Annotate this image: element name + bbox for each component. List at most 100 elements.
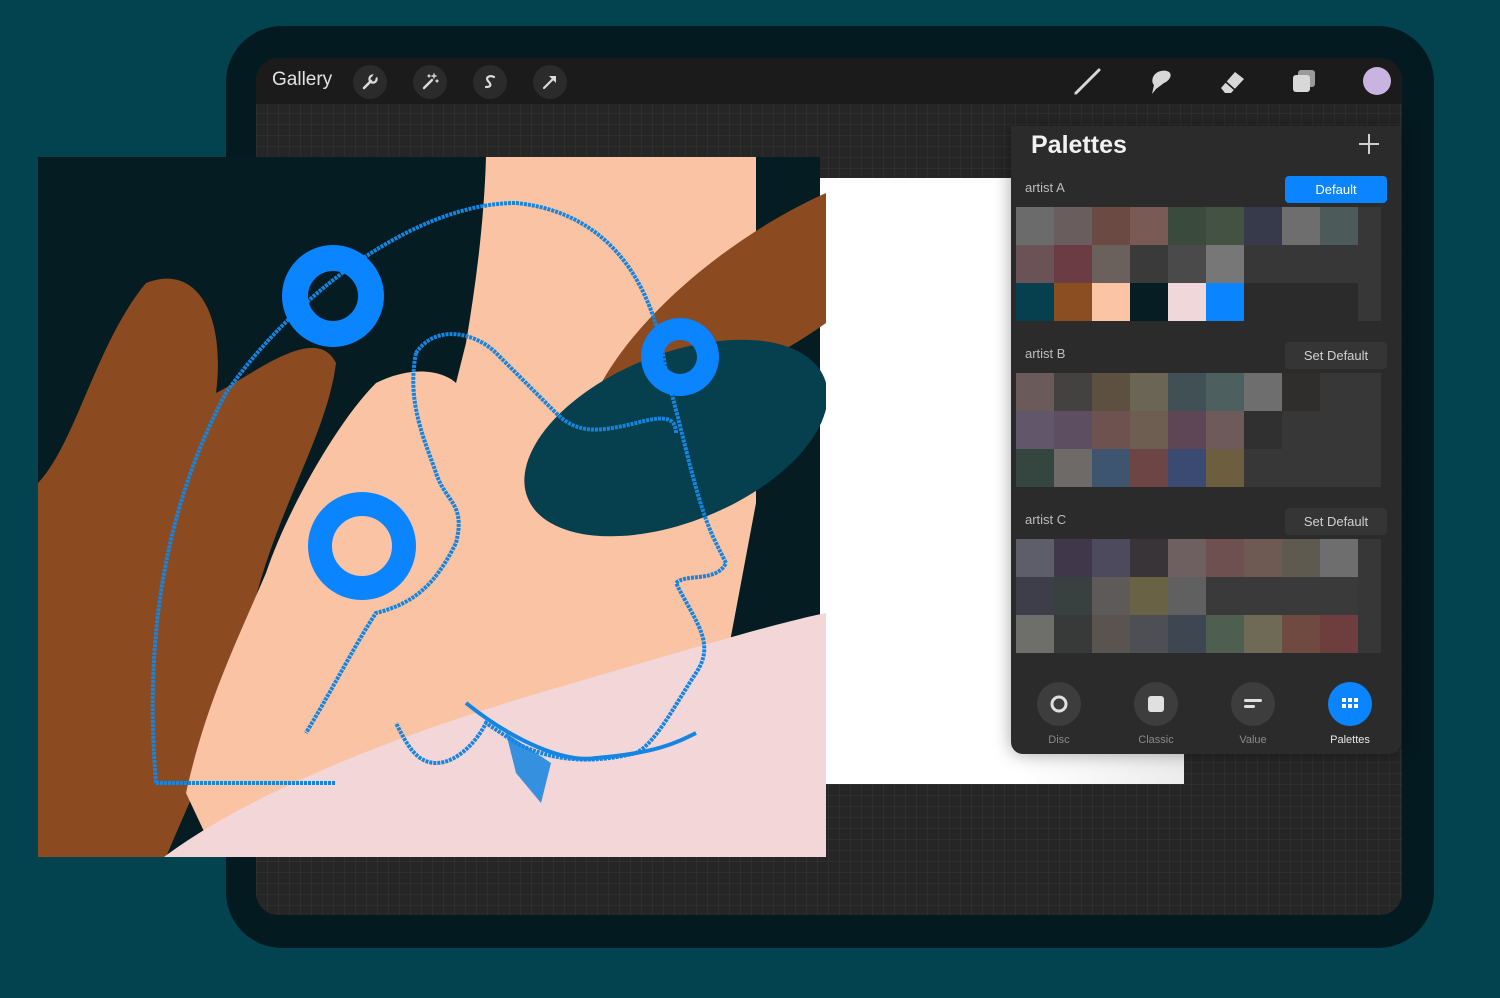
color-swatch[interactable] <box>1016 411 1054 449</box>
color-swatch[interactable] <box>1054 283 1092 321</box>
color-swatch[interactable] <box>1282 615 1320 653</box>
color-swatch[interactable] <box>1320 615 1358 653</box>
color-swatch[interactable] <box>1092 577 1130 615</box>
color-swatch[interactable] <box>1168 539 1206 577</box>
color-swatch[interactable] <box>1168 245 1206 283</box>
color-swatch[interactable] <box>1054 411 1092 449</box>
color-swatch[interactable] <box>1282 411 1320 449</box>
color-swatch[interactable] <box>1320 577 1358 615</box>
color-swatch[interactable] <box>1054 577 1092 615</box>
add-palette-icon[interactable] <box>1357 132 1381 156</box>
color-swatch[interactable] <box>1320 449 1358 487</box>
color-swatch[interactable] <box>1320 245 1358 283</box>
gallery-button[interactable]: Gallery <box>272 69 332 91</box>
color-swatch[interactable] <box>1206 207 1244 245</box>
color-swatch[interactable] <box>1244 577 1282 615</box>
default-button[interactable]: Default <box>1285 176 1387 203</box>
color-swatch[interactable] <box>1092 539 1130 577</box>
smudge-tool-button[interactable] <box>1142 66 1178 98</box>
color-swatch[interactable] <box>1168 373 1206 411</box>
color-swatch[interactable] <box>1130 449 1168 487</box>
color-swatch[interactable] <box>1282 373 1320 411</box>
color-swatch[interactable] <box>1320 283 1358 321</box>
color-swatch[interactable] <box>1130 615 1168 653</box>
color-swatch[interactable] <box>1054 449 1092 487</box>
color-swatch[interactable] <box>1130 373 1168 411</box>
tab-classic[interactable]: Classic <box>1116 682 1196 746</box>
color-swatch[interactable] <box>1168 449 1206 487</box>
color-swatch[interactable] <box>1206 615 1244 653</box>
color-swatch[interactable] <box>1016 615 1054 653</box>
color-swatch[interactable] <box>1206 411 1244 449</box>
color-swatch[interactable] <box>1016 577 1054 615</box>
color-swatch[interactable] <box>1244 615 1282 653</box>
color-swatch[interactable] <box>1016 245 1054 283</box>
color-swatch[interactable] <box>1206 373 1244 411</box>
color-swatch[interactable] <box>1130 577 1168 615</box>
color-swatch[interactable] <box>1282 283 1320 321</box>
set-default-button[interactable]: Set Default <box>1285 342 1387 369</box>
color-swatch[interactable] <box>1092 283 1130 321</box>
set-default-button[interactable]: Set Default <box>1285 508 1387 535</box>
color-swatch[interactable] <box>1054 615 1092 653</box>
color-swatch[interactable] <box>1244 283 1282 321</box>
classic-square-icon <box>1148 696 1164 712</box>
color-swatch[interactable] <box>1244 207 1282 245</box>
adjustments-button[interactable] <box>413 65 447 99</box>
color-swatch[interactable] <box>1206 539 1244 577</box>
color-swatch[interactable] <box>1016 207 1054 245</box>
selection-button[interactable] <box>473 65 507 99</box>
actions-button[interactable] <box>353 65 387 99</box>
color-swatch[interactable] <box>1244 449 1282 487</box>
color-swatch[interactable] <box>1282 449 1320 487</box>
color-swatch[interactable] <box>1092 245 1130 283</box>
transform-button[interactable] <box>533 65 567 99</box>
color-swatch[interactable] <box>1130 411 1168 449</box>
color-swatch[interactable] <box>1130 207 1168 245</box>
color-swatch[interactable] <box>1168 283 1206 321</box>
color-swatch[interactable] <box>1092 615 1130 653</box>
color-swatch[interactable] <box>1168 615 1206 653</box>
color-swatch[interactable] <box>1206 245 1244 283</box>
color-swatch[interactable] <box>1282 207 1320 245</box>
tab-palettes[interactable]: Palettes <box>1310 682 1390 746</box>
current-color-swatch[interactable] <box>1363 67 1391 95</box>
eraser-tool-button[interactable] <box>1214 66 1250 98</box>
color-swatch[interactable] <box>1092 373 1130 411</box>
color-swatch[interactable] <box>1168 577 1206 615</box>
color-swatch[interactable] <box>1206 577 1244 615</box>
color-swatch[interactable] <box>1320 207 1358 245</box>
color-swatch[interactable] <box>1282 539 1320 577</box>
color-swatch[interactable] <box>1168 207 1206 245</box>
color-swatch[interactable] <box>1092 207 1130 245</box>
tab-disc[interactable]: Disc <box>1019 682 1099 746</box>
layers-button[interactable] <box>1286 66 1322 98</box>
color-swatch[interactable] <box>1054 245 1092 283</box>
color-swatch[interactable] <box>1130 245 1168 283</box>
tab-value[interactable]: Value <box>1213 682 1293 746</box>
color-swatch[interactable] <box>1244 245 1282 283</box>
color-swatch[interactable] <box>1092 411 1130 449</box>
color-swatch[interactable] <box>1282 577 1320 615</box>
color-swatch[interactable] <box>1244 539 1282 577</box>
color-swatch[interactable] <box>1054 539 1092 577</box>
color-swatch[interactable] <box>1206 449 1244 487</box>
color-swatch[interactable] <box>1016 373 1054 411</box>
color-swatch[interactable] <box>1320 411 1358 449</box>
color-swatch[interactable] <box>1244 411 1282 449</box>
color-swatch[interactable] <box>1054 373 1092 411</box>
color-swatch[interactable] <box>1130 539 1168 577</box>
color-swatch[interactable] <box>1282 245 1320 283</box>
color-swatch[interactable] <box>1130 283 1168 321</box>
color-swatch[interactable] <box>1206 283 1244 321</box>
color-swatch[interactable] <box>1168 411 1206 449</box>
color-swatch[interactable] <box>1320 539 1358 577</box>
color-swatch[interactable] <box>1016 539 1054 577</box>
color-swatch[interactable] <box>1320 373 1358 411</box>
brush-tool-button[interactable] <box>1070 66 1106 98</box>
color-swatch[interactable] <box>1244 373 1282 411</box>
color-swatch[interactable] <box>1016 449 1054 487</box>
color-swatch[interactable] <box>1092 449 1130 487</box>
color-swatch[interactable] <box>1016 283 1054 321</box>
color-swatch[interactable] <box>1054 207 1092 245</box>
